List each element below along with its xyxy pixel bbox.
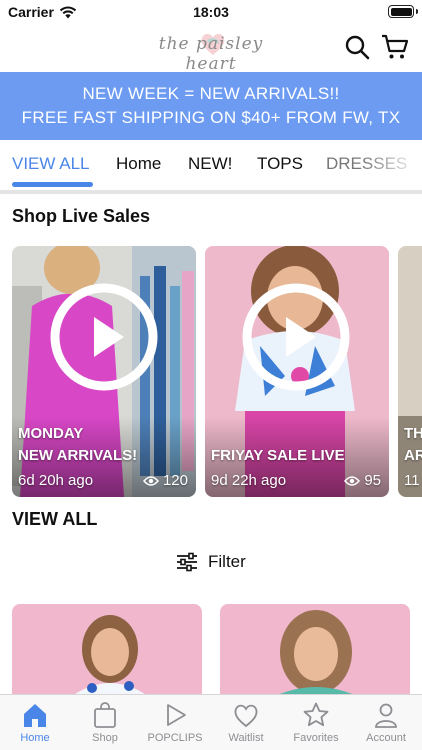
- active-tab-indicator: [12, 182, 93, 187]
- live-card-time: 6d 20h ago: [18, 472, 94, 489]
- live-sale-card[interactable]: MONDAY NEW ARRIVALS! 6d 20h ago 120: [12, 246, 196, 497]
- live-card-label-2: FRIYAY SALE LIVE: [211, 447, 345, 464]
- live-card-time: 9d 22h ago: [211, 472, 287, 489]
- nav-waitlist[interactable]: Waitlist: [211, 701, 281, 744]
- cart-icon: [382, 34, 409, 59]
- nav-label: Home: [20, 732, 50, 744]
- nav-home[interactable]: Home: [0, 701, 70, 744]
- tabs-divider: [0, 190, 422, 194]
- banner-line-2: FREE FAST SHIPPING ON $40+ FROM FW, TX: [21, 108, 401, 127]
- search-button[interactable]: [342, 32, 372, 62]
- filter-label: Filter: [208, 552, 246, 571]
- battery-icon: [388, 5, 414, 18]
- nav-favorites[interactable]: Favorites: [281, 701, 351, 744]
- tab-view-all[interactable]: VIEW ALL: [12, 154, 89, 174]
- nav-label: Favorites: [293, 732, 339, 744]
- nav-account[interactable]: Account: [351, 701, 421, 744]
- view-count: 120: [142, 472, 188, 489]
- play-icon[interactable]: [50, 283, 158, 391]
- play-icon: [167, 704, 186, 726]
- star-icon: [303, 702, 329, 727]
- logo-text: the paisley heart: [158, 34, 264, 74]
- view-count-value: 120: [162, 472, 188, 489]
- nav-label: Account: [366, 732, 406, 744]
- cart-button[interactable]: [380, 32, 410, 62]
- search-icon: [345, 35, 370, 60]
- live-card-label-1: TH: [404, 425, 422, 442]
- product-card[interactable]: [12, 604, 202, 696]
- tab-home[interactable]: Home: [116, 154, 161, 174]
- product-card[interactable]: [220, 604, 410, 696]
- filter-icon: [177, 552, 197, 572]
- tab-tops[interactable]: TOPS: [257, 154, 303, 174]
- bottom-nav: Home Shop POPCLIPS Waitlist Favorites Ac…: [0, 694, 422, 750]
- live-card-time: 11: [404, 472, 420, 489]
- play-icon[interactable]: [242, 283, 350, 391]
- promo-banner[interactable]: NEW WEEK = NEW ARRIVALS!! FREE FAST SHIP…: [0, 72, 422, 140]
- home-icon: [24, 704, 46, 727]
- nav-shop[interactable]: Shop: [70, 701, 140, 744]
- nav-popclips[interactable]: POPCLIPS: [140, 701, 210, 744]
- view-all-title: VIEW ALL: [12, 509, 98, 529]
- live-sales-title: Shop Live Sales: [12, 206, 151, 226]
- person-icon: [375, 703, 397, 728]
- view-count-value: 95: [364, 472, 381, 489]
- live-card-label-1: MONDAY: [18, 425, 84, 442]
- view-count: 95: [344, 472, 381, 489]
- banner-line-1: NEW WEEK = NEW ARRIVALS!!: [82, 84, 340, 103]
- tab-new[interactable]: NEW!: [188, 154, 232, 174]
- heart-icon: [234, 704, 258, 728]
- eye-icon: [344, 475, 361, 486]
- product-image: [220, 604, 410, 696]
- nav-label: Waitlist: [228, 732, 264, 744]
- status-bar: Carrier 18:03: [0, 0, 422, 24]
- nav-label: Shop: [92, 732, 118, 744]
- live-sale-card[interactable]: TH AR 11: [398, 246, 422, 497]
- app-header: the paisley heart: [0, 24, 422, 74]
- shopping-bag-icon: [94, 702, 116, 728]
- live-sale-card[interactable]: FRIYAY SALE LIVE 9d 22h ago 95: [205, 246, 389, 497]
- live-card-label-2: AR: [404, 447, 422, 464]
- eye-icon: [142, 475, 159, 486]
- product-image: [12, 604, 202, 696]
- tabs-fade: [362, 140, 422, 188]
- nav-label: POPCLIPS: [147, 732, 203, 744]
- filter-button[interactable]: Filter: [176, 550, 246, 574]
- live-card-label-2: NEW ARRIVALS!: [18, 447, 138, 464]
- logo[interactable]: the paisley heart: [145, 26, 277, 74]
- clock: 18:03: [193, 4, 229, 20]
